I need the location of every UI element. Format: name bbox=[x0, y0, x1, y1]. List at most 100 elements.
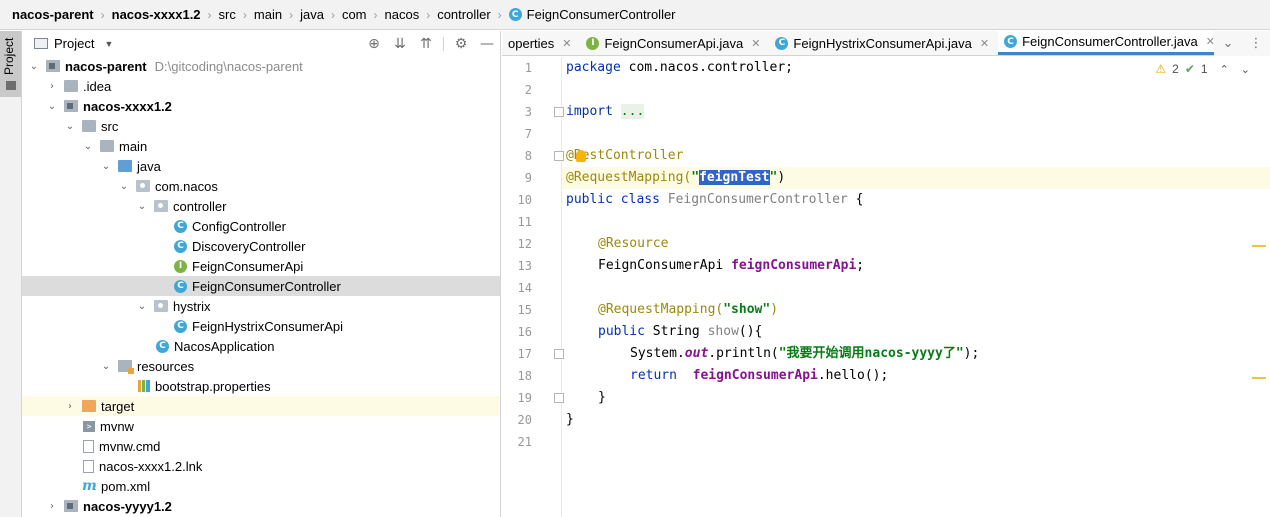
line-number: 14 bbox=[517, 281, 532, 295]
tree-item-label: pom.xml bbox=[101, 478, 151, 494]
tree-item-controller[interactable]: ⌄ controller bbox=[22, 196, 500, 216]
class-icon: C bbox=[174, 239, 187, 253]
chevron-up-icon[interactable]: ⌃ bbox=[1220, 63, 1229, 76]
close-icon[interactable]: ✕ bbox=[751, 37, 760, 50]
inspections-widget[interactable]: ⚠ 2 ✔ 1 ⌃ ⌄ bbox=[1155, 62, 1250, 76]
tree-item-label: target bbox=[101, 398, 135, 414]
tab-feign-hystrix-consumer-api[interactable]: C FeignHystrixConsumerApi.java ✕ bbox=[769, 31, 998, 55]
interface-icon: I bbox=[586, 36, 600, 50]
tree-item-nacos-yyyy[interactable]: › nacos-yyyy1.2 bbox=[22, 496, 500, 516]
project-view-selector[interactable]: Project bbox=[54, 36, 94, 51]
tree-item-label: .idea bbox=[83, 78, 112, 94]
tree-item-nacos-xxxx[interactable]: ⌄ nacos-xxxx1.2 bbox=[22, 96, 500, 116]
editor: operties ✕ I FeignConsumerApi.java ✕ C F… bbox=[502, 31, 1270, 517]
tree-item-nacos-parent[interactable]: ⌄ nacos-parent D:\gitcoding\nacos-parent bbox=[22, 56, 500, 76]
breadcrumb-item[interactable]: controller bbox=[437, 7, 490, 22]
tab-feign-consumer-api[interactable]: I FeignConsumerApi.java ✕ bbox=[580, 31, 769, 55]
tree-item-config-controller[interactable]: C ConfigController bbox=[22, 216, 500, 236]
tree-item-feign-consumer-controller[interactable]: C FeignConsumerController bbox=[22, 276, 500, 296]
chevron-down-icon[interactable]: ⌄ bbox=[136, 201, 148, 212]
type-name: String bbox=[644, 324, 708, 339]
breadcrumb-item[interactable]: nacos-xxxx1.2 bbox=[112, 7, 201, 22]
close-icon[interactable]: ✕ bbox=[562, 37, 571, 50]
tree-item-label: nacos-yyyy1.2 bbox=[83, 498, 172, 514]
chevron-down-icon[interactable]: ⌄ bbox=[118, 181, 130, 192]
breadcrumb-separator: › bbox=[289, 7, 294, 22]
chevron-down-icon[interactable]: ⌄ bbox=[136, 301, 148, 312]
code-area[interactable]: 1 2 3 7 8 9 10 11 12 13 14 15 16 17 18 1… bbox=[502, 57, 1270, 517]
error-stripe-mark[interactable] bbox=[1252, 245, 1266, 247]
fold-icon[interactable] bbox=[554, 349, 564, 359]
chevron-right-icon[interactable]: › bbox=[46, 81, 58, 92]
tree-item-label: mvnw bbox=[100, 418, 134, 434]
close-icon[interactable]: ✕ bbox=[980, 37, 989, 50]
more-icon[interactable]: ⋮ bbox=[1242, 36, 1270, 51]
chevron-down-icon[interactable]: ⌄ bbox=[28, 61, 40, 72]
tab-properties[interactable]: operties ✕ bbox=[502, 31, 580, 55]
folder-icon bbox=[64, 80, 78, 92]
folded-imports[interactable]: ... bbox=[620, 104, 645, 119]
minimize-icon[interactable]: — bbox=[474, 36, 500, 52]
code-line: } bbox=[566, 409, 574, 431]
tab-feign-consumer-controller[interactable]: C FeignConsumerController.java ✕ bbox=[998, 31, 1224, 55]
tree-item-src[interactable]: ⌄ src bbox=[22, 116, 500, 136]
tree-item-pom[interactable]: m pom.xml bbox=[22, 476, 500, 496]
tree-item-hystrix[interactable]: ⌄ hystrix bbox=[22, 296, 500, 316]
tree-item-feign-consumer-api[interactable]: I FeignConsumerApi bbox=[22, 256, 500, 276]
tree-item-java[interactable]: ⌄ java bbox=[22, 156, 500, 176]
error-stripe-mark[interactable] bbox=[1252, 377, 1266, 379]
tree-item-label: FeignConsumerApi bbox=[192, 258, 304, 274]
gear-icon[interactable]: ⚙ bbox=[448, 36, 474, 52]
breadcrumb-item[interactable]: main bbox=[254, 7, 282, 22]
tree-item-resources[interactable]: ⌄ resources bbox=[22, 356, 500, 376]
breadcrumb-separator: › bbox=[497, 7, 502, 22]
fold-icon[interactable] bbox=[554, 151, 564, 161]
chevron-right-icon[interactable]: › bbox=[46, 501, 58, 512]
chevron-down-icon[interactable]: ⌄ bbox=[82, 141, 94, 152]
tree-item-idea[interactable]: › .idea bbox=[22, 76, 500, 96]
tree-item-target[interactable]: › target bbox=[22, 396, 500, 416]
breadcrumb-separator: › bbox=[373, 7, 378, 22]
line-number: 15 bbox=[517, 303, 532, 317]
tree-item-discovery-controller[interactable]: C DiscoveryController bbox=[22, 236, 500, 256]
code-line: } bbox=[598, 387, 606, 409]
fold-icon[interactable] bbox=[554, 107, 564, 117]
tab-label: FeignConsumerApi.java bbox=[604, 35, 744, 51]
chevron-right-icon[interactable]: › bbox=[64, 401, 76, 412]
chevron-down-icon[interactable]: ⌄ bbox=[64, 121, 76, 132]
annotation: ) bbox=[770, 302, 779, 317]
chevron-down-icon[interactable]: ▼ bbox=[104, 39, 113, 49]
breadcrumb-item[interactable]: src bbox=[219, 7, 236, 22]
chevron-down-icon[interactable]: ⌄ bbox=[46, 101, 58, 112]
chevron-down-icon[interactable]: ⌄ bbox=[1214, 36, 1242, 51]
tree-item-mvnw[interactable]: > mvnw bbox=[22, 416, 500, 436]
line-number: 21 bbox=[517, 435, 532, 449]
breadcrumb-item[interactable]: java bbox=[300, 7, 324, 22]
locate-icon[interactable]: ⊕ bbox=[361, 36, 387, 52]
chevron-down-icon[interactable]: ⌄ bbox=[100, 161, 112, 172]
project-tool-window-button[interactable]: Project bbox=[0, 31, 21, 97]
tree-item-lnk[interactable]: nacos-xxxx1.2.lnk bbox=[22, 456, 500, 476]
collapse-all-icon[interactable]: ⇈ bbox=[413, 36, 439, 52]
code-text: com.nacos.controller; bbox=[620, 60, 793, 75]
tree-item-main[interactable]: ⌄ main bbox=[22, 136, 500, 156]
chevron-down-icon[interactable]: ⌄ bbox=[1241, 63, 1250, 76]
breadcrumb-item[interactable]: nacos-parent bbox=[12, 7, 94, 22]
tree-item-mvnw-cmd[interactable]: mvnw.cmd bbox=[22, 436, 500, 456]
tree-item-bootstrap-properties[interactable]: bootstrap.properties bbox=[22, 376, 500, 396]
chevron-down-icon[interactable]: ⌄ bbox=[100, 361, 112, 372]
breadcrumb: nacos-parent › nacos-xxxx1.2 › src › mai… bbox=[0, 0, 1270, 30]
code-line-current: @RequestMapping("feignTest") bbox=[566, 167, 785, 189]
breadcrumb-item-current[interactable]: C FeignConsumerController bbox=[508, 7, 676, 22]
tree-item-feign-hystrix-consumer-api[interactable]: C FeignHystrixConsumerApi bbox=[22, 316, 500, 336]
breadcrumb-item[interactable]: nacos bbox=[385, 7, 420, 22]
tree-item-com-nacos[interactable]: ⌄ com.nacos bbox=[22, 176, 500, 196]
lightbulb-icon[interactable] bbox=[576, 150, 586, 162]
tree-item-label: nacos-xxxx1.2 bbox=[83, 98, 172, 114]
keyword: return bbox=[630, 368, 677, 383]
line-number: 7 bbox=[524, 127, 532, 141]
tree-item-nacos-application[interactable]: C NacosApplication bbox=[22, 336, 500, 356]
breadcrumb-item[interactable]: com bbox=[342, 7, 367, 22]
fold-icon[interactable] bbox=[554, 393, 564, 403]
expand-all-icon[interactable]: ⇊ bbox=[387, 36, 413, 52]
